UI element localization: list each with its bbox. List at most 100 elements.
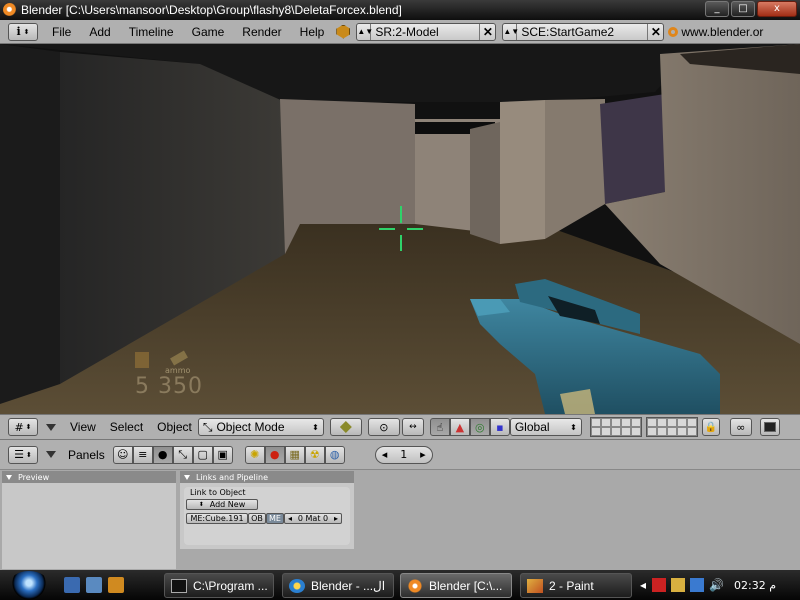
preview-panel-header[interactable]: Preview: [2, 471, 176, 483]
editing-context-button[interactable]: ▢: [192, 445, 213, 464]
taskbar-item-browser[interactable]: Blender - ...ال: [282, 573, 394, 598]
taskbar-item-label: 2 - Paint: [549, 578, 594, 593]
links-panel-header[interactable]: Links and Pipeline: [180, 471, 354, 483]
minimize-button[interactable]: _: [705, 1, 729, 17]
pillar-right: [545, 99, 605, 239]
chevron-right-icon[interactable]: ▸: [334, 514, 338, 523]
transform-manipulator-button[interactable]: ↔: [401, 418, 424, 436]
maximize-button[interactable]: □: [731, 1, 755, 17]
collapse-menu-icon[interactable]: [46, 451, 56, 458]
main-menu-bar: i ⬍ File Add Timeline Game Render Help ▲…: [0, 20, 800, 44]
menu-help[interactable]: Help: [296, 25, 329, 39]
left-wall-near: [0, 44, 60, 404]
buttons-editor-type[interactable]: ☰ ⬍: [8, 445, 38, 464]
menu-render[interactable]: Render: [238, 25, 285, 39]
network-tray-icon[interactable]: [690, 578, 705, 592]
next-page-icon[interactable]: ▸: [420, 448, 426, 461]
world-button[interactable]: ◍: [324, 445, 345, 464]
window-controls: _ □ x: [705, 1, 797, 17]
blender-url[interactable]: www.blender.or: [668, 25, 763, 39]
rotate-button[interactable]: ◎: [469, 418, 490, 436]
game-viewport[interactable]: ammo 5 350: [0, 44, 800, 414]
tray-expand-icon[interactable]: ◂: [640, 578, 646, 592]
chevron-left-icon[interactable]: ◂: [288, 514, 292, 523]
close-button[interactable]: x: [757, 1, 797, 17]
media-player-icon[interactable]: [108, 577, 124, 593]
quick-launch: [64, 577, 124, 593]
blender-icon: [407, 578, 423, 593]
material-button[interactable]: ●: [264, 445, 285, 464]
hand-icon: ☝: [436, 420, 444, 434]
lamp-button[interactable]: ✺: [244, 445, 265, 464]
folder-tray-icon[interactable]: [671, 578, 686, 592]
menu-object[interactable]: Object: [157, 420, 192, 434]
translate-button[interactable]: ▲: [449, 418, 470, 436]
screen-selector[interactable]: ▲▼ SR:2-Model ✕: [356, 22, 497, 41]
editor-type-button[interactable]: # ⬍: [8, 418, 38, 436]
menu-view[interactable]: View: [70, 420, 96, 434]
switch-windows-icon[interactable]: [86, 577, 102, 593]
mode-selector[interactable]: ⤡ Object Mode ⬍: [197, 418, 324, 436]
object-context-button[interactable]: ⤡: [172, 445, 193, 464]
collapse-menu-icon[interactable]: [46, 423, 56, 431]
render-icon: [763, 422, 776, 432]
material-icon: ●: [269, 448, 280, 461]
layer-buttons-a[interactable]: [589, 417, 642, 437]
ammo-hud: ammo 5 350: [135, 350, 203, 399]
texture-button[interactable]: ▦: [284, 445, 305, 464]
add-new-material-button[interactable]: ⬍ Add New: [186, 499, 258, 510]
ammo-icon: [135, 352, 149, 368]
page-selector[interactable]: ◂ 1 ▸: [374, 445, 433, 464]
me-toggle[interactable]: ME: [266, 513, 284, 524]
orientation-selector[interactable]: Global ⬍: [509, 418, 582, 436]
script-context-button[interactable]: ≡: [132, 445, 153, 464]
menu-select[interactable]: Select: [110, 420, 143, 434]
scene-context-button[interactable]: ▣: [212, 445, 233, 464]
material-index-label: 0 Mat 0: [297, 514, 329, 523]
prev-page-icon[interactable]: ◂: [382, 448, 388, 461]
scene-browse-icon[interactable]: ▲▼: [503, 23, 519, 40]
title-bar: Blender [C:\Users\mansoor\Desktop\Group\…: [0, 0, 800, 20]
layer-buttons-b[interactable]: [645, 417, 698, 437]
material-index-field[interactable]: ◂ 0 Mat 0 ▸: [284, 513, 342, 524]
screen-layout-icon[interactable]: [336, 24, 351, 39]
radio-button[interactable]: ☢: [304, 445, 325, 464]
menu-file[interactable]: File: [48, 25, 75, 39]
logic-context-button[interactable]: ☺: [112, 445, 133, 464]
taskbar-item-paint[interactable]: 2 - Paint: [520, 573, 632, 598]
scale-button[interactable]: ▪: [489, 418, 510, 436]
link-scene-button[interactable]: ∞: [729, 418, 752, 436]
pivot-button[interactable]: ⊙: [367, 418, 400, 436]
taskbar-item-label: C:\Program ...: [193, 578, 268, 593]
add-new-arrow-icon: ⬍: [198, 501, 204, 508]
hand-tool-button[interactable]: ☝: [429, 418, 450, 436]
game-scene: [0, 44, 800, 414]
mesh-name-field[interactable]: ME:Cube.191: [186, 513, 248, 524]
windows-taskbar: C:\Program ... Blender - ...ال Blender […: [0, 570, 800, 600]
internet-explorer-icon: [289, 578, 305, 593]
window-type-button[interactable]: i ⬍: [8, 22, 38, 41]
shading-context-button[interactable]: ●: [152, 445, 173, 464]
clock[interactable]: 02:32 م: [734, 579, 776, 592]
antivirus-tray-icon[interactable]: [652, 578, 667, 592]
world-icon: ◍: [329, 448, 340, 461]
taskbar-item-blender[interactable]: Blender [C:\...: [400, 573, 512, 598]
render-button[interactable]: [759, 418, 780, 436]
menu-game[interactable]: Game: [188, 25, 229, 39]
draw-type-button[interactable]: [329, 418, 362, 436]
taskbar-item-cmd[interactable]: C:\Program ...: [164, 573, 274, 598]
screen-name[interactable]: SR:2-Model: [371, 25, 479, 39]
ob-toggle[interactable]: OB: [248, 513, 266, 524]
volume-tray-icon[interactable]: 🔊: [709, 578, 724, 592]
scene-delete-icon[interactable]: ✕: [647, 23, 663, 40]
scene-name[interactable]: SCE:StartGame2: [517, 25, 647, 39]
show-desktop-icon[interactable]: [64, 577, 80, 593]
start-button[interactable]: [8, 571, 50, 600]
lock-layers-button[interactable]: 🔒: [701, 418, 720, 436]
screen-delete-icon[interactable]: ✕: [479, 23, 495, 40]
menu-timeline[interactable]: Timeline: [125, 25, 178, 39]
scene-selector[interactable]: ▲▼ SCE:StartGame2 ✕: [502, 22, 665, 41]
logic-icon: ☺: [116, 448, 129, 461]
screen-browse-icon[interactable]: ▲▼: [357, 23, 373, 40]
menu-add[interactable]: Add: [85, 25, 114, 39]
